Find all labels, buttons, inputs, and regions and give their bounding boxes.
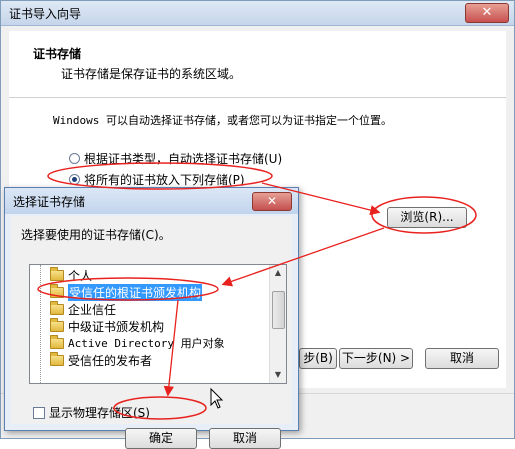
list-item[interactable]: 企业信任 — [50, 300, 117, 317]
folder-icon — [50, 283, 64, 298]
dialog-content: 选择要使用的证书存储(C)。 个人 受信任的根证书颁发机构 企业信任 中级证书颁… — [11, 216, 292, 449]
wizard-cancel-button[interactable]: 取消 — [425, 348, 499, 369]
store-label: 中级证书颁发机构 — [68, 319, 165, 334]
radio-place-all-label: 将所有的证书放入下列存储(P) — [84, 173, 245, 187]
list-item-selected[interactable]: 受信任的根证书颁发机构 — [50, 283, 203, 301]
dialog-close-button[interactable]: ✕ — [252, 192, 292, 211]
wizard-header: 证书存储 证书存储是保存证书的系统区域。 — [9, 31, 506, 98]
wizard-title: 证书导入向导 — [9, 7, 82, 21]
dialog-prompt: 选择要使用的证书存储(C)。 — [21, 228, 171, 242]
wizard-titlebar: 证书导入向导 ✕ — [1, 1, 514, 26]
store-info-text: Windows 可以自动选择证书存储，或者您可以为证书指定一个位置。 — [53, 114, 392, 127]
scroll-down-icon[interactable]: ▼ — [270, 367, 286, 383]
list-item[interactable]: Active Directory 用户对象 — [50, 334, 225, 351]
close-icon: ✕ — [266, 194, 278, 208]
tree-connector — [40, 265, 41, 383]
list-scrollbar[interactable]: ▲ ▼ — [269, 265, 286, 383]
list-item[interactable]: 中级证书颁发机构 — [50, 317, 165, 334]
store-label: 企业信任 — [68, 302, 117, 317]
list-item[interactable]: 个人 — [50, 266, 93, 283]
folder-icon — [50, 334, 64, 349]
store-label: 受信任的发布者 — [68, 353, 153, 368]
dialog-titlebar: 选择证书存储 ✕ — [5, 188, 298, 214]
show-physical-stores[interactable]: 显示物理存储区(S) — [33, 404, 150, 421]
store-label: Active Directory 用户对象 — [68, 337, 225, 350]
radio-auto-indicator[interactable] — [69, 153, 80, 164]
dialog-title: 选择证书存储 — [13, 195, 86, 209]
scroll-up-icon[interactable]: ▲ — [270, 265, 286, 281]
folder-icon — [50, 266, 64, 281]
store-label: 个人 — [68, 268, 93, 283]
store-label: 受信任的根证书颁发机构 — [68, 283, 203, 301]
folder-icon — [50, 317, 64, 332]
folder-icon — [50, 351, 64, 366]
back-button[interactable]: 步(B) — [299, 348, 337, 369]
show-physical-checkbox[interactable] — [33, 406, 45, 419]
radio-auto-label: 根据证书类型，自动选择证书存储(U) — [84, 152, 283, 166]
show-physical-label: 显示物理存储区(S) — [49, 406, 150, 420]
select-certificate-store-dialog: 选择证书存储 ✕ 选择要使用的证书存储(C)。 个人 受信任的根证书颁发机构 企… — [4, 187, 299, 449]
folder-icon — [50, 300, 64, 315]
wizard-close-button[interactable]: ✕ — [465, 3, 509, 23]
radio-place-all[interactable]: 将所有的证书放入下列存储(P) — [69, 171, 245, 188]
browse-button[interactable]: 浏览(R)... — [387, 207, 467, 228]
radio-place-all-indicator[interactable] — [69, 174, 80, 185]
section-title: 证书存储 — [33, 47, 82, 61]
scroll-thumb[interactable] — [272, 291, 285, 329]
list-item[interactable]: 受信任的发布者 — [50, 351, 153, 368]
section-description: 证书存储是保存证书的系统区域。 — [61, 67, 242, 81]
radio-auto-select[interactable]: 根据证书类型，自动选择证书存储(U) — [69, 150, 282, 167]
close-icon: ✕ — [481, 5, 493, 20]
certificate-store-list[interactable]: 个人 受信任的根证书颁发机构 企业信任 中级证书颁发机构 Active Dire… — [29, 264, 287, 384]
next-button[interactable]: 下一步(N) > — [339, 348, 413, 369]
